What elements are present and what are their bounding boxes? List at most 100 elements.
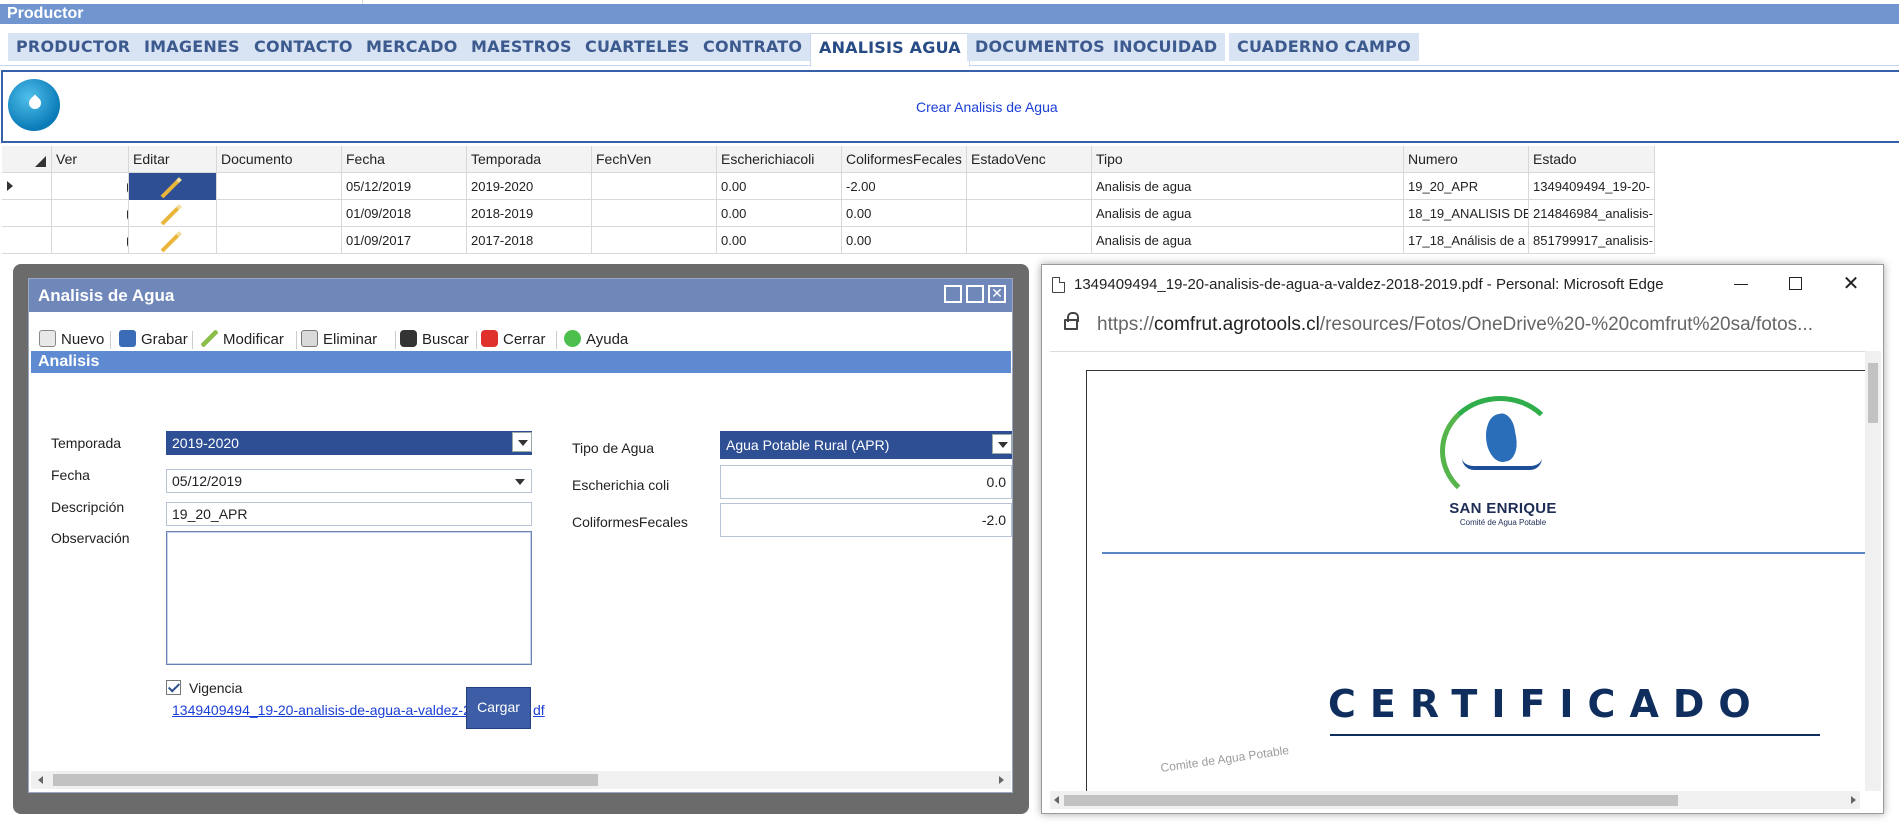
toolbar-divider [296,331,297,349]
pencil-icon[interactable] [160,231,182,253]
col-fecha[interactable]: Fecha [342,146,467,173]
tab-documentos[interactable]: DOCUMENTOS [967,33,1113,61]
view-cell[interactable] [52,200,129,227]
vigencia-label: Vigencia [189,680,243,696]
tab-contrato[interactable]: CONTRATO [695,33,811,61]
fecha-label: Fecha [51,467,90,483]
scroll-right-icon[interactable] [1851,796,1856,804]
view-cell[interactable] [52,227,129,254]
vigencia-checkbox[interactable] [166,680,181,695]
tab-cuarteles[interactable]: CUARTELES [577,33,698,61]
observacion-textarea[interactable] [166,531,532,665]
tab-contacto[interactable]: CONTACTO [246,33,361,61]
tab-imagenes[interactable]: IMAGENES [136,33,248,61]
chevron-down-icon[interactable] [515,479,525,485]
nuevo-button[interactable]: Nuevo [39,329,104,351]
tipo-agua-label: Tipo de Agua [572,440,654,456]
col-ver[interactable]: Ver [52,146,129,173]
escherichia-field[interactable]: 0.0 [720,465,1012,499]
page-title: Productor [0,4,1899,24]
row-selector[interactable] [2,200,52,227]
pdf-vertical-scrollbar[interactable] [1865,351,1881,791]
col-escherichiacoli[interactable]: Escherichiacoli [717,146,842,173]
table-row[interactable]: 01/09/2017 2017-2018 0.00 0.00 Analisis … [2,227,1655,254]
tipo-agua-select[interactable]: Agua Potable Rural (APR) [720,431,1012,459]
certificado-heading: CERTIFICADO [1328,682,1765,726]
modificar-button[interactable]: Modificar [201,329,284,351]
maximize-icon[interactable] [1787,275,1805,293]
cargar-button[interactable]: Cargar [466,687,531,729]
buscar-button[interactable]: Buscar [400,329,469,351]
edge-title: 1349409494_19-20-analisis-de-agua-a-vald… [1074,276,1664,293]
ayuda-button[interactable]: Ayuda [564,329,628,351]
col-fechven[interactable]: FechVen [592,146,717,173]
pencil-icon[interactable] [160,177,182,199]
temporada-select[interactable]: 2019-2020 [166,431,532,455]
dialog-horizontal-scrollbar[interactable] [31,771,1011,789]
minimize-icon[interactable] [944,285,962,303]
attached-file-link-tail[interactable]: df [533,702,545,718]
attached-file-link[interactable]: 1349409494_19-20-analisis-de-agua-a-vald… [172,702,479,718]
pdf-horizontal-scrollbar[interactable] [1050,791,1860,809]
tipo-cell: Analisis de agua [1092,173,1404,200]
tab-inocuidad[interactable]: INOCUIDAD [1105,33,1226,61]
create-analysis-link[interactable]: Crear Analisis de Agua [916,99,1058,115]
tab-cuaderno-campo[interactable]: CUADERNO CAMPO [1229,33,1419,61]
col-estado[interactable]: Estado [1529,146,1655,173]
cerrar-button[interactable]: Cerrar [481,329,546,351]
col-tipo[interactable]: Tipo [1092,146,1404,173]
maximize-icon[interactable] [966,285,984,303]
dialog-title[interactable]: Analisis de Agua [29,279,1012,312]
scroll-left-icon[interactable] [1054,796,1059,804]
edge-title-bar[interactable]: 1349409494_19-20-analisis-de-agua-a-vald… [1042,265,1883,305]
scroll-right-icon[interactable] [999,776,1004,784]
edit-cell[interactable] [129,200,217,227]
edit-cell[interactable] [129,227,217,254]
water-drop-icon [8,79,60,131]
row-selector[interactable] [2,173,52,200]
eliminar-button[interactable]: Eliminar [301,329,377,351]
edit-cell[interactable] [129,173,217,200]
tab-analisis-agua[interactable]: ANALISIS AGUA [810,33,970,67]
col-estadovenc[interactable]: EstadoVenc [967,146,1092,173]
col-editar[interactable]: Editar [129,146,217,173]
new-document-icon [39,330,56,347]
close-icon[interactable]: ✕ [988,285,1006,303]
chevron-down-icon[interactable] [992,434,1012,454]
scroll-thumb[interactable] [1064,795,1678,806]
pencil-icon[interactable] [160,204,182,226]
estadovenc-cell [967,227,1092,254]
pdf-viewer[interactable]: SAN ENRIQUE Comité de Agua Potable CERTI… [1050,351,1876,791]
coliformes-cell: -2.00 [842,173,967,200]
table-row[interactable]: 05/12/2019 2019-2020 0.00 -2.00 Analisis… [2,173,1655,200]
col-numero[interactable]: Numero [1404,146,1529,173]
descripcion-field[interactable]: 19_20_APR [166,502,532,526]
fechven-cell [592,173,717,200]
minimize-icon[interactable] [1732,275,1750,293]
col-temporada[interactable]: Temporada [467,146,592,173]
select-all-corner[interactable] [2,146,52,173]
scroll-thumb[interactable] [53,774,598,786]
tab-mercado[interactable]: MERCADO [358,33,466,61]
tab-productor[interactable]: PRODUCTOR [8,33,139,61]
view-cell[interactable] [52,173,129,200]
col-documento[interactable]: Documento [217,146,342,173]
lock-icon[interactable] [1064,312,1079,330]
analysis-grid: Ver Editar Documento Fecha Temporada Fec… [2,146,1655,254]
numero-cell: 19_20_APR [1404,173,1529,200]
tipo-cell: Analisis de agua [1092,227,1404,254]
buscar-label: Buscar [422,331,469,348]
tab-maestros[interactable]: MAESTROS [463,33,580,61]
scroll-left-icon[interactable] [38,776,43,784]
coliformes-field[interactable]: -2.0 [720,503,1012,537]
table-row[interactable]: 01/09/2018 2018-2019 0.00 0.00 Analisis … [2,200,1655,227]
grabar-button[interactable]: Grabar [119,329,188,351]
scroll-thumb[interactable] [1868,363,1878,423]
row-selector[interactable] [2,227,52,254]
close-icon[interactable]: ✕ [1842,274,1860,294]
chevron-down-icon[interactable] [512,432,532,452]
col-coliformesfecales[interactable]: ColiformesFecales [842,146,967,173]
address-bar[interactable]: https://comfrut.agrotools.cl/resources/F… [1042,305,1883,345]
fecha-field[interactable]: 05/12/2019 [166,469,532,493]
section-header: Analisis [31,351,1011,373]
